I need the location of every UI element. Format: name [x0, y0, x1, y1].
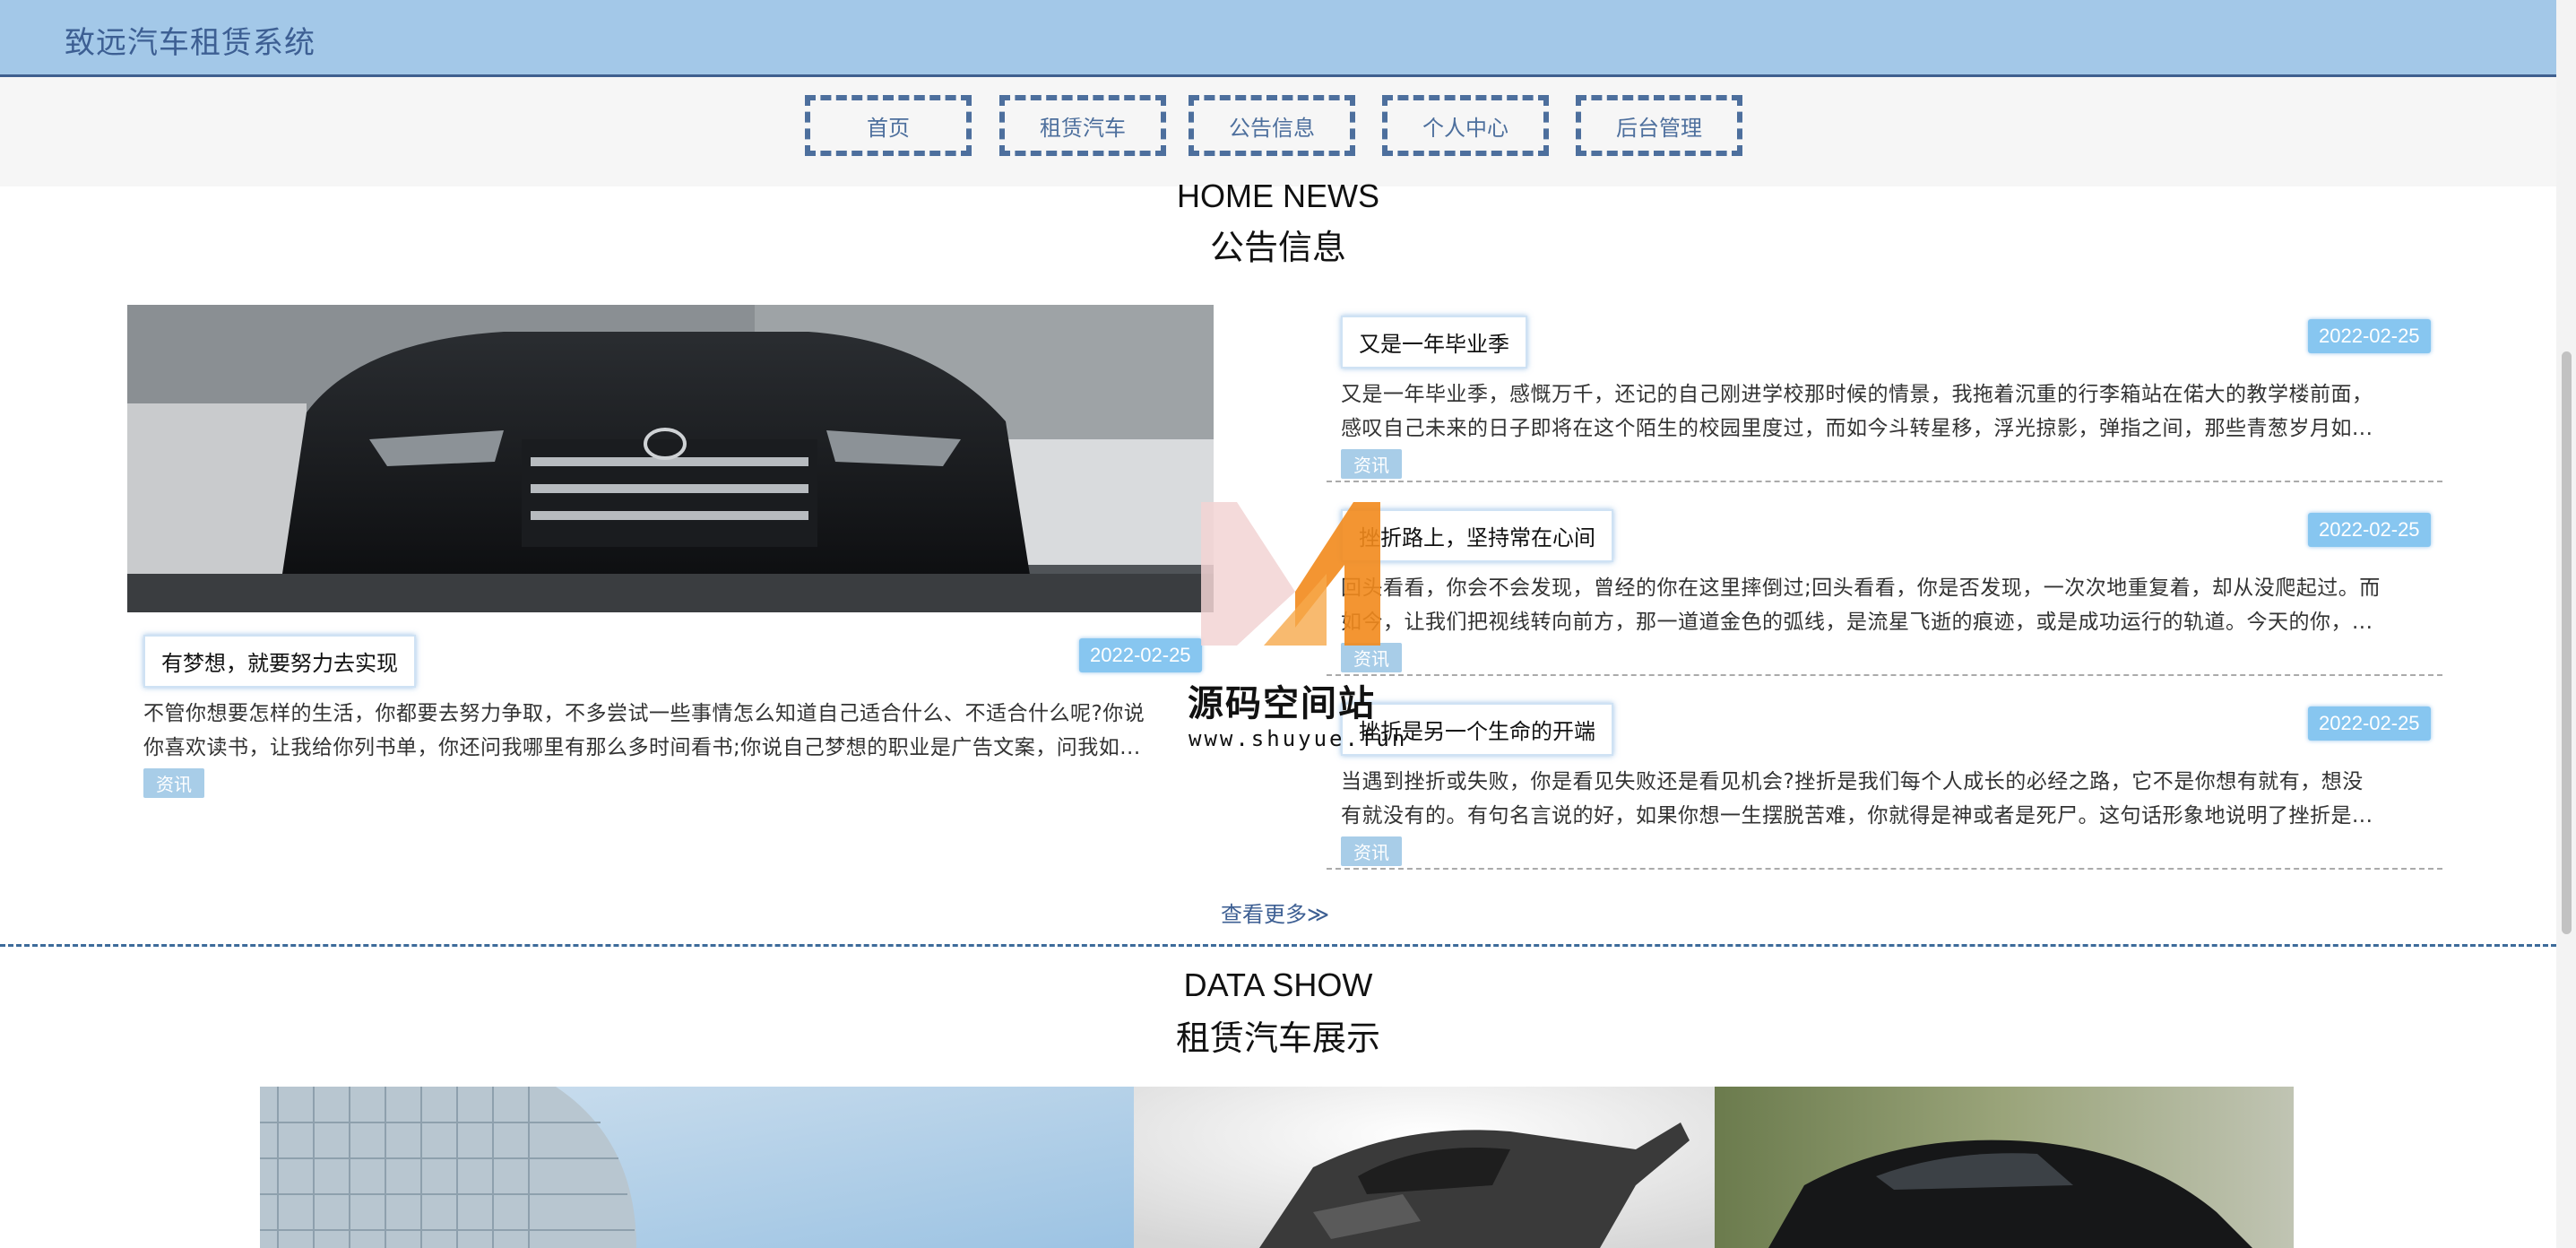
featured-news-summary-line: 你喜欢读书，让我给你列书单，你还问我哪里有那么多时间看书;你说自己梦想的职业是广…	[143, 736, 1141, 759]
news-item-divider	[1327, 481, 2442, 482]
news-item-tag[interactable]: 资讯	[1341, 449, 1402, 479]
section-divider	[0, 944, 2556, 947]
news-item-summary: 回头看看，你会不会发现，曾经的你在这里摔倒过;回头看看，你是否发现，一次次地重复…	[1341, 571, 2443, 639]
news-item-date: 2022-02-25	[2308, 706, 2431, 741]
car-showcase-image[interactable]	[1715, 1087, 2294, 1248]
view-more-link[interactable]: 查看更多≫	[1221, 897, 1329, 928]
featured-news-tag[interactable]: 资讯	[143, 768, 204, 798]
news-item-summary-line: 如今，让我们把视线转向前方，那一道道金色的弧线，是流星飞逝的痕迹，或是成功运行的…	[1341, 611, 2373, 634]
news-item-summary-line: 当遇到挫折或失败，你是看见失败还是看见机会?挫折是我们每个人成长的必经之路，它不…	[1341, 770, 2364, 793]
news-item-divider	[1327, 868, 2442, 870]
nav-rent-cars[interactable]: 租赁汽车	[999, 95, 1166, 156]
news-item-tag[interactable]: 资讯	[1341, 836, 1402, 866]
featured-news-title[interactable]: 有梦想，就要努力去实现	[143, 635, 416, 688]
watermark-text: 源码空间站	[1188, 683, 1376, 724]
featured-news-summary: 不管你想要怎样的生活，你都要去努力争取，不多尝试一些事情怎么知道自己适合什么、不…	[143, 697, 1215, 765]
nav-admin[interactable]: 后台管理	[1576, 95, 1742, 156]
top-header: 致远汽车租赁系统	[0, 0, 2556, 77]
car-showcase-image[interactable]	[260, 1087, 1134, 1248]
main-nav: 首页 租赁汽车 公告信息 个人中心 后台管理	[0, 77, 2556, 186]
news-item-divider	[1327, 674, 2442, 676]
data-show-heading-en: DATA SHOW	[1183, 966, 1373, 1003]
news-item-date: 2022-02-25	[2308, 319, 2431, 353]
site-title[interactable]: 致远汽车租赁系统	[65, 18, 316, 62]
news-item-summary-line: 又是一年毕业季，感慨万千，还记的自己刚进学校那时候的情景，我拖着沉重的行李箱站在…	[1341, 383, 2373, 406]
news-item-summary-line: 有就没有的。有句名言说的好，如果你想一生摆脱苦难，你就得是神或者是死尸。这句话形…	[1341, 804, 2373, 828]
news-item-summary: 又是一年毕业季，感慨万千，还记的自己刚进学校那时候的情景，我拖着沉重的行李箱站在…	[1341, 377, 2443, 446]
news-heading-en: HOME NEWS	[1176, 178, 1379, 214]
nav-announcements[interactable]: 公告信息	[1189, 95, 1355, 156]
news-item-date: 2022-02-25	[2308, 513, 2431, 547]
news-item-summary: 当遇到挫折或失败，你是看见失败还是看见机会?挫折是我们每个人成长的必经之路，它不…	[1341, 765, 2443, 833]
nav-home[interactable]: 首页	[805, 95, 972, 156]
watermark-url: www.shuyue.fun	[1189, 726, 1408, 751]
data-show-heading-cn: 租赁汽车展示	[1175, 1018, 1380, 1058]
featured-news-image[interactable]	[127, 305, 1214, 612]
featured-news-date: 2022-02-25	[1079, 638, 1202, 672]
nav-personal-center[interactable]: 个人中心	[1382, 95, 1549, 156]
car-showcase-image[interactable]	[1134, 1087, 1715, 1248]
news-item-title[interactable]: 又是一年毕业季	[1341, 316, 1527, 368]
news-heading-cn: 公告信息	[1209, 228, 1346, 267]
news-item-summary-line: 回头看看，你会不会发现，曾经的你在这里摔倒过;回头看看，你是否发现，一次次地重复…	[1341, 576, 2381, 600]
news-item-summary-line: 感叹自己未来的日子即将在这个陌生的校园里度过，而如今斗转星移，浮光掠影，弹指之间…	[1341, 417, 2373, 440]
page-scrollbar-thumb[interactable]	[2562, 351, 2572, 934]
featured-news-summary-line: 不管你想要怎样的生活，你都要去努力争取，不多尝试一些事情怎么知道自己适合什么、不…	[143, 702, 1145, 725]
